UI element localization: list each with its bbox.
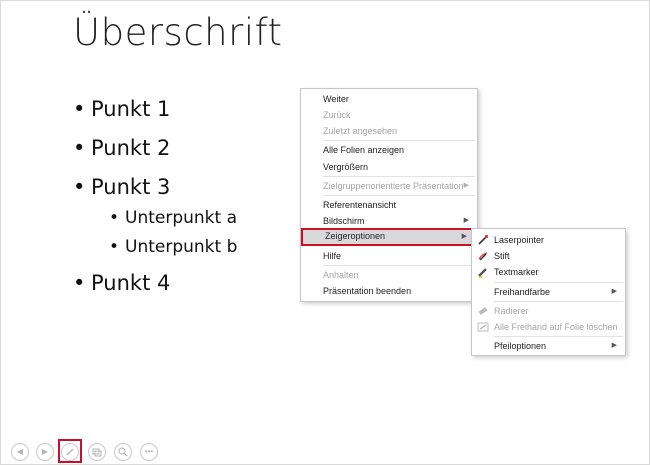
erase-all-icon bbox=[477, 321, 489, 333]
bullet-item: • Punkt 4 bbox=[73, 271, 171, 295]
menu-item-alle-folien[interactable]: Alle Folien anzeigen bbox=[301, 142, 477, 158]
menu-item-label: Pfeiloptionen bbox=[494, 341, 547, 351]
submenu-item-pfeiloptionen[interactable]: Pfeiloptionen ▶ bbox=[472, 338, 625, 354]
menu-separator bbox=[494, 336, 623, 337]
menu-item-label: Zielgruppenorientierte Präsentation bbox=[323, 181, 464, 191]
menu-separator bbox=[323, 140, 475, 141]
menu-item-vergroessern[interactable]: Vergrößern bbox=[301, 159, 477, 175]
highlighter-icon bbox=[477, 266, 489, 278]
eraser-icon bbox=[477, 305, 489, 317]
slide-title: Überschrift bbox=[73, 11, 283, 54]
slide: Überschrift • Punkt 1 • Punkt 2 • Punkt 3 •… bbox=[0, 0, 650, 465]
submenu-item-freihand-loeschen[interactable]: Alle Freihand auf Folie löschen bbox=[472, 319, 625, 335]
menu-item-label: Freihandfarbe bbox=[494, 287, 551, 297]
submenu-arrow-icon: ▶ bbox=[463, 217, 469, 224]
menu-item-label: Zeigeroptionen bbox=[325, 231, 386, 241]
sub-bullet-item: • Unterpunkt b bbox=[109, 237, 238, 257]
menu-item-zeigeroptionen[interactable]: Zeigeroptionen ▶ bbox=[301, 228, 477, 246]
submenu-item-stift[interactable]: Stift bbox=[472, 248, 625, 264]
next-icon[interactable]: ▶ bbox=[36, 443, 54, 461]
bullet-item: • Punkt 2 bbox=[73, 136, 171, 160]
pen-icon bbox=[477, 250, 489, 262]
submenu-item-freihandfarbe[interactable]: Freihandfarbe ▶ bbox=[472, 284, 625, 300]
menu-separator bbox=[494, 282, 623, 283]
submenu-arrow-icon: ▶ bbox=[461, 233, 467, 240]
submenu-arrow-icon: ▶ bbox=[463, 182, 469, 189]
menu-item-label: Radierer bbox=[494, 306, 529, 316]
menu-item-zurueck[interactable]: Zurück bbox=[301, 107, 477, 123]
menu-item-bildschirm[interactable]: Bildschirm ▶ bbox=[301, 213, 477, 229]
submenu-item-laserpointer[interactable]: Laserpointer bbox=[472, 232, 625, 248]
previous-icon[interactable]: ◀ bbox=[11, 443, 29, 461]
pen-icon[interactable] bbox=[61, 443, 79, 461]
menu-item-label: Stift bbox=[494, 251, 510, 261]
submenu-item-textmarker[interactable]: Textmarker bbox=[472, 264, 625, 280]
submenu-item-radierer[interactable]: Radierer bbox=[472, 303, 625, 319]
slides-icon[interactable] bbox=[88, 443, 106, 461]
menu-item-referentenansicht[interactable]: Referentenansicht bbox=[301, 197, 477, 213]
menu-separator bbox=[494, 301, 623, 302]
more-icon[interactable]: ••• bbox=[140, 443, 158, 461]
menu-item-label: Bildschirm bbox=[323, 216, 365, 226]
menu-item-label: Laserpointer bbox=[494, 235, 545, 245]
bullet-item: • Punkt 3 bbox=[73, 175, 171, 199]
sub-bullet-item: • Unterpunkt a bbox=[109, 208, 238, 228]
menu-separator bbox=[323, 265, 475, 266]
menu-item-weiter[interactable]: Weiter bbox=[301, 91, 477, 107]
menu-item-zielgruppen[interactable]: Zielgruppenorientierte Präsentation ▶ bbox=[301, 178, 477, 194]
submenu-arrow-icon: ▶ bbox=[611, 288, 617, 295]
menu-item-label: Alle Freihand auf Folie löschen bbox=[494, 322, 618, 332]
menu-item-zuletzt-angesehen[interactable]: Zuletzt angesehen bbox=[301, 123, 477, 139]
menu-item-label: Textmarker bbox=[494, 267, 539, 277]
menu-item-hilfe[interactable]: Hilfe bbox=[301, 248, 477, 264]
menu-separator bbox=[323, 195, 475, 196]
context-menu: Weiter Zurück Zuletzt angesehen Alle Fol… bbox=[300, 88, 478, 302]
laser-pointer-icon bbox=[477, 234, 489, 246]
menu-item-anhalten[interactable]: Anhalten bbox=[301, 267, 477, 283]
menu-item-praesentation-beenden[interactable]: Präsentation beenden bbox=[301, 283, 477, 299]
pointer-options-submenu: Laserpointer Stift Textmarker Freihandfa… bbox=[471, 228, 626, 356]
submenu-arrow-icon: ▶ bbox=[611, 342, 617, 349]
bullet-item: • Punkt 1 bbox=[73, 97, 171, 121]
zoom-icon[interactable] bbox=[114, 443, 132, 461]
menu-separator bbox=[323, 176, 475, 177]
